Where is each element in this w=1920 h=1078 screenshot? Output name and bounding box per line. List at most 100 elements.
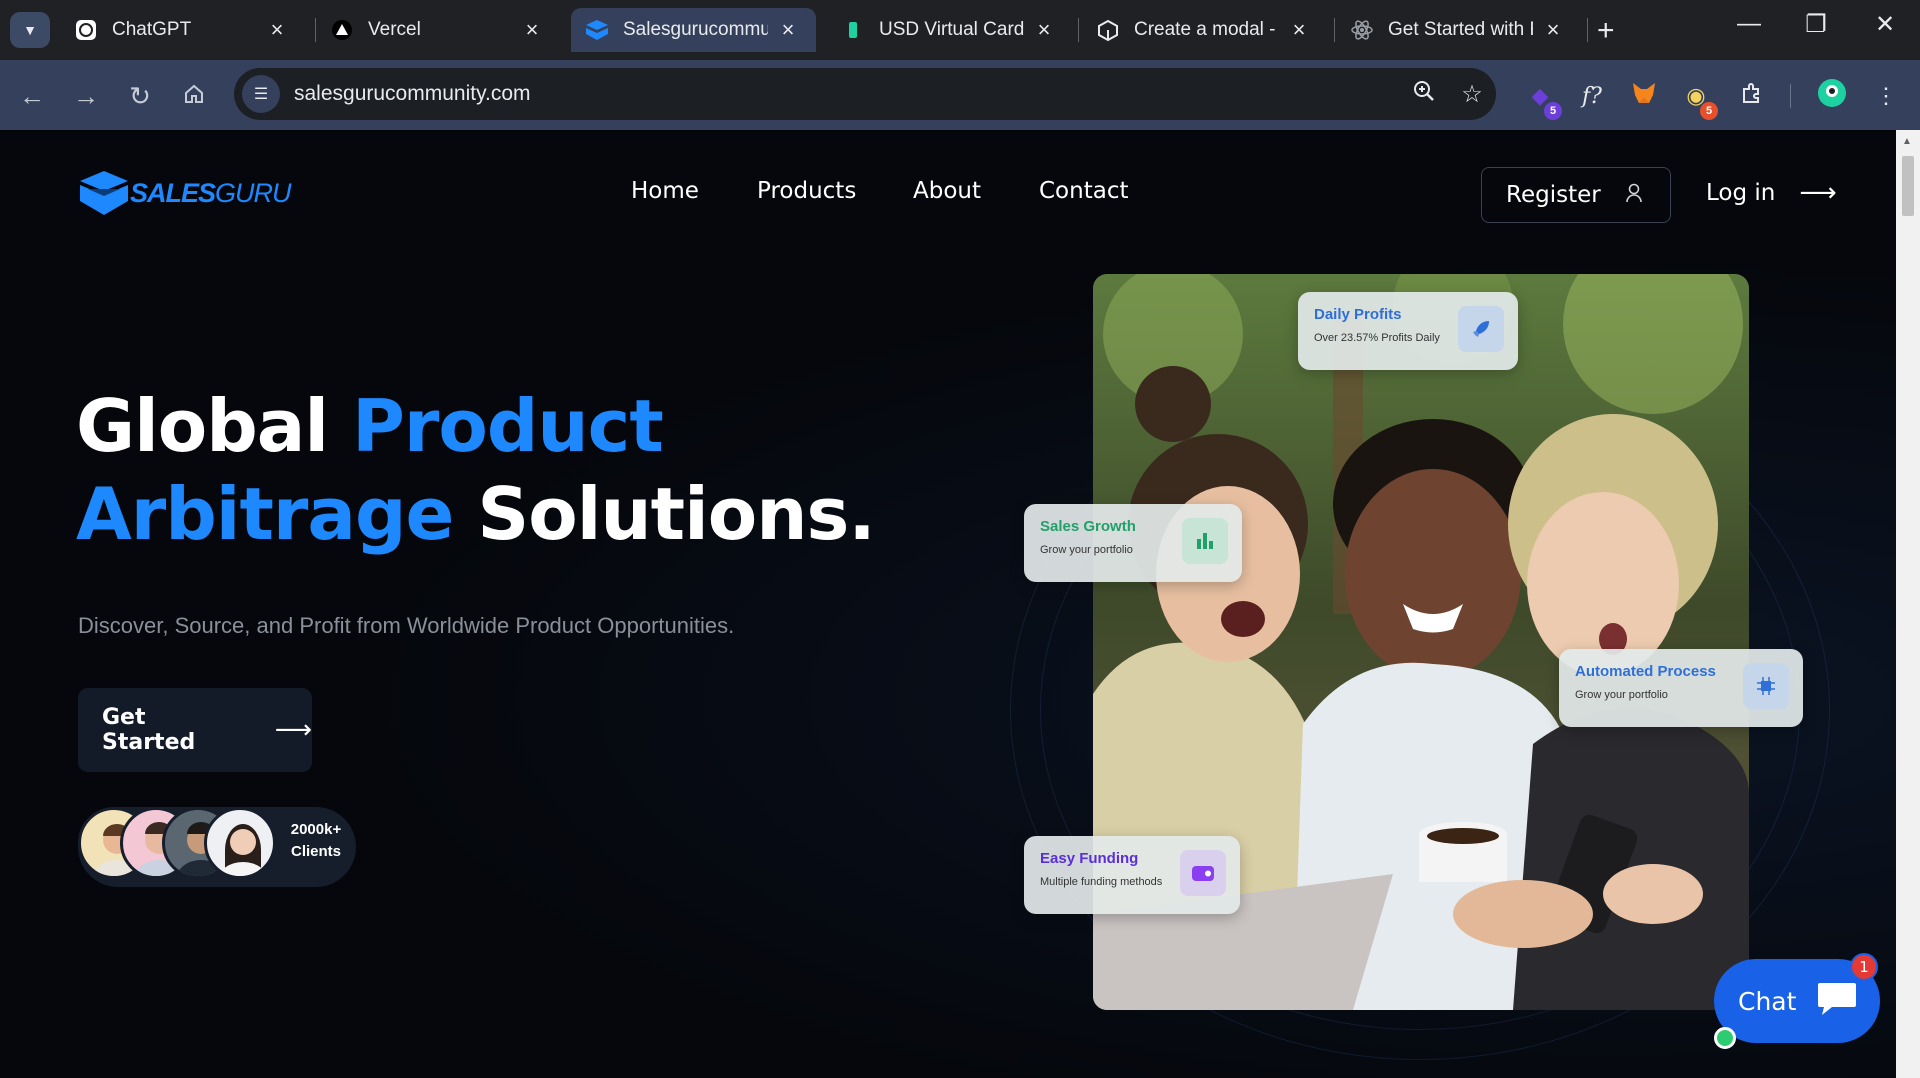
chatgpt-icon [74,18,98,42]
tab-title: ChatGPT [112,19,192,40]
tab-divider [1078,18,1079,42]
nav-home[interactable]: Home [631,178,699,204]
salesguru-icon [585,18,609,42]
user-icon [1625,183,1643,208]
bar-chart-icon [1182,518,1228,564]
card-icon [841,18,865,42]
register-label: Register [1506,182,1601,208]
kebab-menu-icon: ⋮ [1875,83,1897,108]
extension-badge: 5 [1544,102,1562,120]
arrow-right-icon: ⟶ [1799,178,1837,208]
arrow-left-icon: ← [19,80,45,111]
browser-menu-button[interactable]: ⋮ [1868,78,1904,114]
minimize-button[interactable]: — [1729,10,1769,38]
register-button[interactable]: Register [1481,167,1671,223]
extension-button[interactable] [1626,78,1662,114]
close-icon[interactable]: × [520,17,544,42]
reload-icon: ↻ [129,80,151,111]
close-icon[interactable]: × [1287,17,1311,42]
nav-contact[interactable]: Contact [1039,178,1128,204]
address-bar[interactable]: ☰ salesgurucommunity.com ☆ [234,68,1496,120]
tab-usd-virtual-cards[interactable]: USD Virtual Cards × [827,8,1072,52]
close-icon[interactable]: × [265,17,289,42]
logo-box-icon [80,171,128,215]
arrow-right-icon: ⟶ [274,715,312,745]
react-icon [1350,18,1374,42]
chevron-down-icon: ▼ [23,22,37,38]
wallet-icon [1180,850,1226,896]
login-button[interactable]: Log in ⟶ [1706,178,1837,208]
online-status-dot [1714,1027,1736,1049]
brand-name-light: GURU [215,177,291,208]
nav-products[interactable]: Products [757,178,856,204]
browser-toolbar: ← → ↻ ☰ salesgurucommunity.com ☆ ◆ 5 f? … [0,60,1920,130]
rocket-icon [1458,306,1504,352]
forward-button[interactable]: → [68,78,104,114]
clients-badge: 2000k+ Clients [78,807,356,887]
close-icon[interactable]: × [776,17,800,42]
hero-subtitle: Discover, Source, and Profit from Worldw… [78,613,735,638]
browser-tab-strip: ▼ ChatGPT × Vercel × Salesgurucommun × U… [0,0,1920,60]
page-viewport: SALES GURU Home Products About Contact Re… [0,130,1896,1078]
metamask-fox-icon [1631,81,1657,111]
tab-title: Get Started with Re [1388,19,1533,40]
codesandbox-icon [1096,18,1120,42]
chat-widget-button[interactable]: Chat 1 [1714,953,1880,1049]
home-button[interactable] [176,78,212,114]
tab-search-button[interactable]: ▼ [10,12,50,48]
profile-button[interactable] [1814,78,1850,114]
restore-icon: ❐ [1805,11,1827,38]
nav-about[interactable]: About [913,178,981,204]
restore-button[interactable]: ❐ [1796,10,1836,39]
url-text: salesgurucommunity.com [294,82,531,105]
bookmark-star-button[interactable]: ☆ [1448,80,1496,109]
headline-word: Global [76,384,329,468]
extensions-menu-button[interactable] [1734,78,1770,114]
scroll-up-icon[interactable]: ▲ [1902,136,1912,147]
back-button[interactable]: ← [14,78,50,114]
tab-title: USD Virtual Cards [879,19,1024,40]
tune-icon: ☰ [253,86,269,103]
clients-count-label: Clients [290,843,341,860]
tab-create-modal[interactable]: Create a modal - E × [1082,8,1327,52]
tab-divider [1587,18,1588,42]
home-icon [183,81,205,112]
new-tab-button[interactable]: + [1597,14,1615,48]
automated-process-card: Automated Process Grow your portfolio [1559,649,1803,727]
tab-get-started-react[interactable]: Get Started with Re × [1336,8,1581,52]
vercel-icon [330,18,354,42]
zoom-button[interactable] [1400,79,1448,110]
formula-icon: f? [1582,83,1602,109]
tab-chatgpt[interactable]: ChatGPT × [60,8,305,52]
extension-badge: 5 [1700,102,1718,120]
extension-button[interactable]: ◉ 5 [1678,78,1718,120]
headline-word-accent: Arbitrage [76,472,454,556]
tab-title: Create a modal - E [1134,19,1279,40]
zoom-in-icon [1414,80,1434,101]
page-scrollbar[interactable]: ▲ [1896,130,1920,1078]
toolbar-divider [1790,84,1791,108]
close-icon[interactable]: × [1032,17,1056,42]
tab-title: Vercel [368,19,421,40]
star-icon: ☆ [1461,80,1483,108]
get-started-button[interactable]: Get Started ⟶ [78,688,312,772]
scrollbar-thumb[interactable] [1902,156,1914,216]
plus-icon: + [1597,14,1615,47]
extension-button[interactable]: ◆ 5 [1522,78,1562,120]
site-logo[interactable]: SALES GURU [78,169,292,217]
tab-salesguru[interactable]: Salesgurucommun × [571,8,816,52]
extension-button[interactable]: f? [1574,78,1610,114]
brand-name-bold: SALES [130,177,216,208]
close-icon[interactable]: × [1541,17,1565,42]
headline-word: Solutions. [477,472,875,556]
clients-count: 2000k+ Clients [284,819,348,863]
tab-vercel[interactable]: Vercel × [316,8,560,52]
daily-profits-card: Daily Profits Over 23.57% Profits Daily [1298,292,1518,370]
site-info-button[interactable]: ☰ [242,75,280,113]
headline-word-accent: Product [352,384,664,468]
chat-notification-badge: 1 [1850,953,1878,981]
get-started-label: Get Started [102,705,196,755]
tab-title: Salesgurucommun [623,19,768,40]
reload-button[interactable]: ↻ [122,78,158,114]
close-window-button[interactable]: ✕ [1865,10,1905,39]
